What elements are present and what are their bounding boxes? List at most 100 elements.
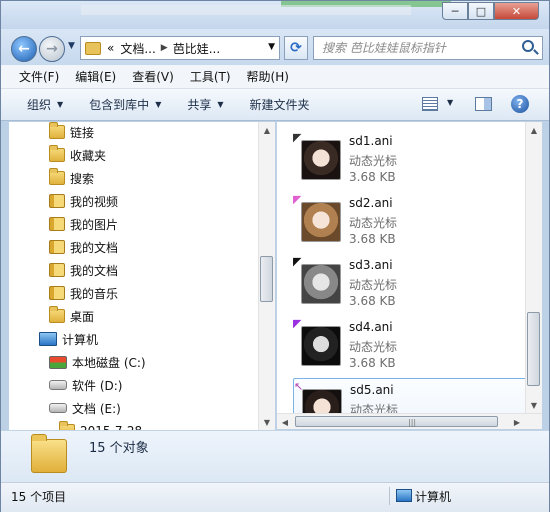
file-name: sd4.ani	[349, 320, 393, 334]
sidebar-item-label: 我的文档	[70, 263, 119, 278]
sidebar-item-my-documents[interactable]: 我的文档	[49, 237, 118, 257]
chevron-right-icon[interactable]: ▶	[161, 43, 168, 53]
address-bar[interactable]: « 文档... ▶ 芭比娃... ▼	[80, 36, 280, 60]
file-name: sd2.ani	[349, 196, 393, 210]
file-name: sd5.ani	[350, 383, 394, 397]
forward-button[interactable]: →	[39, 36, 65, 62]
sidebar-item-2015-7-28[interactable]: 2015-7-28	[59, 421, 142, 430]
file-thumbnail: ↖	[294, 379, 344, 413]
breadcrumb-item[interactable]: 文档...	[120, 40, 155, 57]
title-bar[interactable]: ─ □ ✕	[1, 1, 549, 29]
library-icon	[49, 240, 65, 254]
doll-face-image	[302, 389, 342, 413]
include-in-library-label: 包含到库中	[89, 98, 150, 112]
library-icon	[49, 263, 65, 277]
file-thumbnail: ◤	[293, 254, 343, 308]
preview-pane-icon[interactable]	[475, 97, 492, 111]
search-input[interactable]	[322, 38, 522, 58]
searches-folder-icon	[49, 168, 65, 185]
sidebar-item-label: 我的图片	[70, 217, 119, 232]
sidebar-item-label: 我的文档	[70, 240, 119, 255]
organize-button[interactable]: 组织 ▼	[27, 96, 63, 113]
address-dropdown-icon[interactable]: ▼	[268, 42, 275, 52]
close-button[interactable]: ✕	[494, 2, 539, 20]
sidebar-item-label: 桌面	[70, 309, 95, 324]
navigation-pane-scrollbar[interactable]: ▲ ▼	[258, 122, 275, 430]
file-name: sd3.ani	[349, 258, 393, 272]
sidebar-item-drive-d[interactable]: 软件 (D:)	[49, 375, 122, 395]
favorites-folder-icon	[49, 145, 65, 162]
sidebar-item-my-pictures[interactable]: 我的图片	[49, 214, 118, 234]
sidebar-item-label: 搜索	[70, 171, 95, 186]
file-item-sd5[interactable]: ↖ sd5.ani 动态光标	[293, 378, 527, 413]
share-label: 共享	[187, 98, 212, 112]
sidebar-item-computer[interactable]: 计算机	[39, 329, 98, 349]
scroll-left-icon[interactable]: ◀	[277, 414, 293, 430]
sidebar-item-favorites[interactable]: 收藏夹	[49, 145, 106, 165]
file-item-sd1[interactable]: ◤ sd1.ani 动态光标 3.68 KB	[293, 130, 527, 190]
menu-file[interactable]: 文件(F)	[1, 68, 67, 85]
back-button[interactable]: ←	[11, 36, 37, 62]
scrollbar-thumb[interactable]	[260, 256, 273, 302]
search-icon[interactable]	[522, 40, 534, 52]
file-type: 动态光标	[349, 278, 398, 292]
breadcrumb-overflow[interactable]: «	[107, 41, 114, 55]
scroll-down-icon[interactable]: ▼	[526, 397, 542, 413]
navigation-bar: ← → ▼ « 文档... ▶ 芭比娃... ▼ ⟳	[1, 29, 549, 65]
menu-tools[interactable]: 工具(T)	[182, 68, 239, 85]
sidebar-item-drive-e[interactable]: 文档 (E:)	[49, 398, 121, 418]
file-item-sd4[interactable]: ◤ sd4.ani 动态光标 3.68 KB	[293, 316, 527, 376]
menu-bar: 文件(F) 编辑(E) 查看(V) 工具(T) 帮助(H)	[1, 65, 549, 89]
breadcrumb-item[interactable]: 芭比娃...	[173, 40, 220, 57]
refresh-button[interactable]: ⟳	[284, 36, 308, 60]
object-count: 15 个对象	[89, 441, 149, 456]
chevron-down-icon: ▼	[57, 100, 64, 109]
new-folder-button[interactable]: 新建文件夹	[250, 96, 310, 113]
file-item-sd3[interactable]: ◤ sd3.ani 动态光标 3.68 KB	[293, 254, 527, 314]
scroll-up-icon[interactable]: ▲	[259, 122, 275, 138]
sidebar-item-searches[interactable]: 搜索	[49, 168, 94, 188]
status-location: 计算机	[415, 490, 452, 504]
help-icon[interactable]: ?	[511, 95, 529, 113]
scrollbar-thumb[interactable]	[527, 312, 540, 386]
scroll-right-icon[interactable]: ▶	[509, 414, 525, 430]
sidebar-item-my-documents-2[interactable]: 我的文档	[49, 260, 118, 280]
file-list-vertical-scrollbar[interactable]: ▲ ▼	[525, 122, 542, 413]
chevron-down-icon[interactable]: ▼	[447, 98, 453, 107]
file-type: 动态光标	[349, 216, 398, 230]
share-button[interactable]: 共享 ▼	[187, 96, 223, 113]
scroll-up-icon[interactable]: ▲	[526, 122, 542, 138]
file-item-sd2[interactable]: ◤ sd2.ani 动态光标 3.68 KB	[293, 192, 527, 252]
sidebar-item-my-videos[interactable]: 我的视频	[49, 191, 118, 211]
scrollbar-thumb[interactable]: |||	[295, 416, 498, 427]
include-in-library-button[interactable]: 包含到库中 ▼	[89, 96, 161, 113]
library-icon	[49, 217, 65, 231]
folder-icon	[31, 434, 67, 473]
file-meta: sd4.ani 动态光标 3.68 KB	[349, 320, 397, 376]
maximize-button[interactable]: □	[468, 2, 494, 20]
menu-view[interactable]: 查看(V)	[124, 68, 182, 85]
status-bar: 15 个项目 计算机	[1, 482, 549, 512]
sidebar-item-my-music[interactable]: 我的音乐	[49, 283, 118, 303]
menu-help[interactable]: 帮助(H)	[239, 68, 297, 85]
recent-pages-dropdown-icon[interactable]: ▼	[68, 41, 75, 51]
sidebar-item-links[interactable]: 链接	[49, 122, 94, 142]
sidebar-item-label: 我的视频	[70, 194, 119, 209]
minimize-button[interactable]: ─	[442, 2, 468, 20]
library-icon	[49, 286, 65, 300]
grip-icon: |||	[408, 418, 417, 427]
change-view-icon[interactable]	[422, 97, 438, 111]
sidebar-item-label: 我的音乐	[70, 286, 119, 301]
sidebar-item-label: 本地磁盘 (C:)	[72, 355, 146, 370]
menu-edit[interactable]: 编辑(E)	[67, 68, 124, 85]
sidebar-item-desktop[interactable]: 桌面	[49, 306, 94, 326]
navigation-pane: 链接 收藏夹 搜索 我的视频 我的图片 我的文档 我的文档 我的音乐 桌面 计算…	[9, 122, 275, 430]
file-list-horizontal-scrollbar[interactable]: ◀ ||| ▶	[277, 413, 542, 429]
doll-face-image	[301, 264, 341, 304]
file-meta: sd2.ani 动态光标 3.68 KB	[349, 196, 397, 252]
file-type: 动态光标	[350, 403, 399, 413]
drive-icon	[49, 380, 67, 390]
scroll-down-icon[interactable]: ▼	[259, 414, 275, 430]
sidebar-item-drive-c[interactable]: 本地磁盘 (C:)	[49, 352, 146, 372]
new-folder-label: 新建文件夹	[249, 98, 310, 112]
